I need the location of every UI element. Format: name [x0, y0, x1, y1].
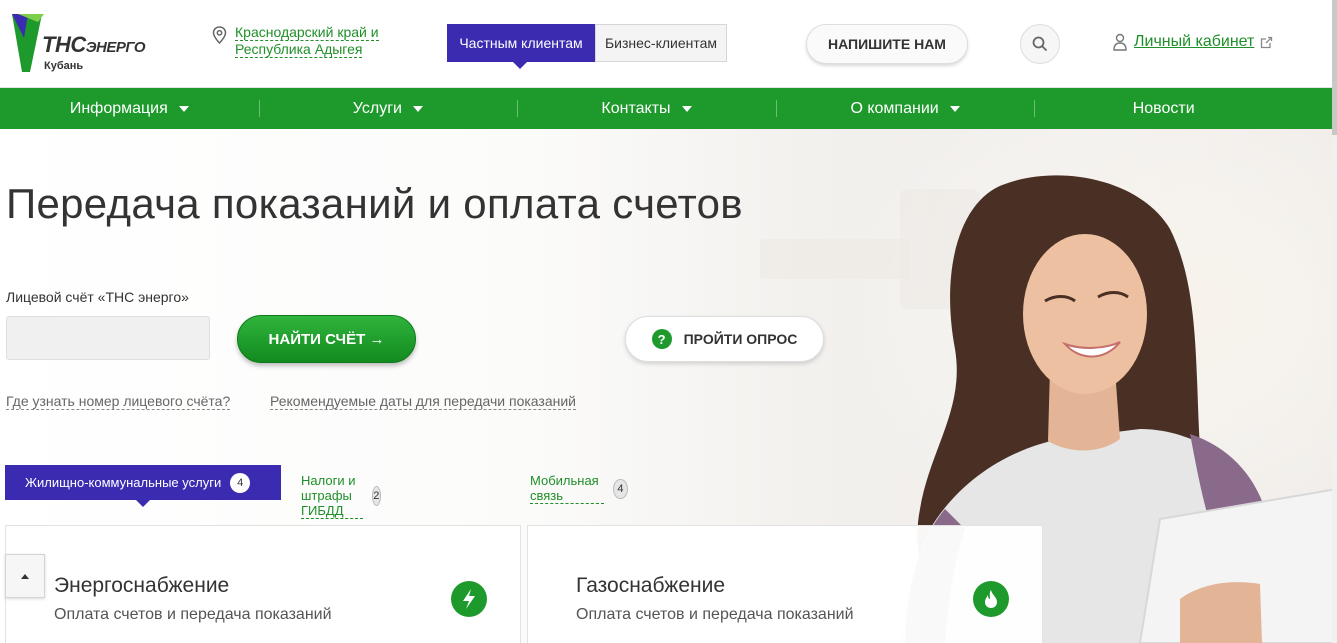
tab-label: Жилищно-коммунальные услуги	[25, 475, 222, 490]
nav-item-label: Информация	[69, 99, 168, 117]
logo-brand: ТНСЭНЕРГО	[42, 32, 146, 57]
nav-item-contacts[interactable]: Контакты	[517, 88, 776, 129]
recommended-dates-link[interactable]: Рекомендуемые даты для передачи показани…	[270, 393, 576, 410]
take-survey-button[interactable]: ? ПРОЙТИ ОПРОС	[625, 316, 824, 362]
site-header: ТНСЭНЕРГО Кубань Краснодарский край и Ре…	[0, 0, 1337, 88]
scrollbar-thumb[interactable]	[1332, 0, 1337, 135]
tab-housing-utilities[interactable]: Жилищно-коммунальные услуги 4	[5, 465, 281, 507]
account-number-label: Лицевой счёт «ТНС энерго»	[6, 289, 189, 305]
search-icon	[1032, 36, 1048, 52]
find-account-button[interactable]: НАЙТИ СЧЁТ →	[237, 315, 416, 363]
write-us-button[interactable]: НАПИШИТЕ НАМ	[806, 24, 968, 64]
count-badge: 4	[613, 478, 628, 499]
chevron-down-icon	[681, 105, 692, 112]
service-card-gas[interactable]: Газоснабжение Оплата счетов и передача п…	[527, 525, 1043, 643]
tab-private-clients[interactable]: Частным клиентам	[447, 24, 595, 69]
region-line-1: Краснодарский край и	[235, 24, 379, 41]
logo[interactable]: ТНСЭНЕРГО Кубань	[8, 10, 158, 78]
nav-item-news[interactable]: Новости	[1034, 88, 1293, 129]
service-card-electricity[interactable]: Энергоснабжение Оплата счетов и передача…	[5, 525, 521, 643]
nav-item-info[interactable]: Информация	[0, 88, 259, 129]
card-title: Газоснабжение	[576, 574, 726, 597]
user-icon	[1113, 33, 1127, 51]
account-number-input[interactable]	[6, 316, 210, 360]
hero-section: Передача показаний и оплата счетов Лицев…	[0, 129, 1337, 643]
lightning-icon	[451, 581, 487, 617]
nav-item-label: Новости	[1132, 99, 1195, 117]
tab-business-clients[interactable]: Бизнес-клиентам	[595, 24, 727, 62]
count-badge: 4	[230, 472, 251, 493]
take-survey-label: ПРОЙТИ ОПРОС	[683, 331, 798, 347]
main-navigation: Информация Услуги Контакты О компании Но…	[0, 88, 1332, 129]
logo-region: Кубань	[44, 60, 84, 72]
region-line-2: Республика Адыгея	[235, 41, 363, 58]
chevron-down-icon	[949, 105, 960, 112]
card-subtitle: Оплата счетов и передача показаний	[576, 606, 854, 623]
location-pin-icon	[212, 26, 227, 44]
client-type-tabs: Частным клиентам Бизнес-клиентам	[447, 24, 727, 69]
personal-account-label: Личный кабинет	[1134, 33, 1255, 50]
card-subtitle: Оплата счетов и передача показаний	[54, 606, 332, 623]
card-title: Энергоснабжение	[54, 574, 230, 597]
chevron-down-icon	[412, 105, 423, 112]
scroll-to-top-button[interactable]	[5, 554, 45, 598]
count-badge: 2	[371, 486, 381, 506]
chevron-up-icon	[21, 573, 29, 579]
external-link-icon	[1261, 36, 1273, 48]
scrollbar[interactable]	[1332, 0, 1337, 643]
nav-item-about[interactable]: О компании	[775, 88, 1035, 129]
where-find-account-link[interactable]: Где узнать номер лицевого счёта?	[6, 393, 231, 410]
nav-item-label: О компании	[850, 99, 939, 117]
nav-item-label: Контакты	[601, 99, 671, 117]
flame-icon	[973, 581, 1009, 617]
question-icon: ?	[651, 329, 672, 349]
search-button[interactable]	[1020, 24, 1060, 64]
personal-account-link[interactable]: Личный кабинет	[1112, 33, 1273, 51]
page-title: Передача показаний и оплата счетов	[6, 180, 743, 227]
nav-item-services[interactable]: Услуги	[258, 88, 518, 129]
tab-label: Налоги и штрафы ГИБДД	[301, 473, 363, 519]
tab-label: Мобильная связь	[530, 473, 605, 504]
tab-mobile[interactable]: Мобильная связь 4	[530, 473, 628, 504]
nav-item-label: Услуги	[352, 99, 402, 117]
chevron-down-icon	[178, 105, 189, 112]
tab-taxes-fines[interactable]: Налоги и штрафы ГИБДД 2	[301, 473, 381, 519]
